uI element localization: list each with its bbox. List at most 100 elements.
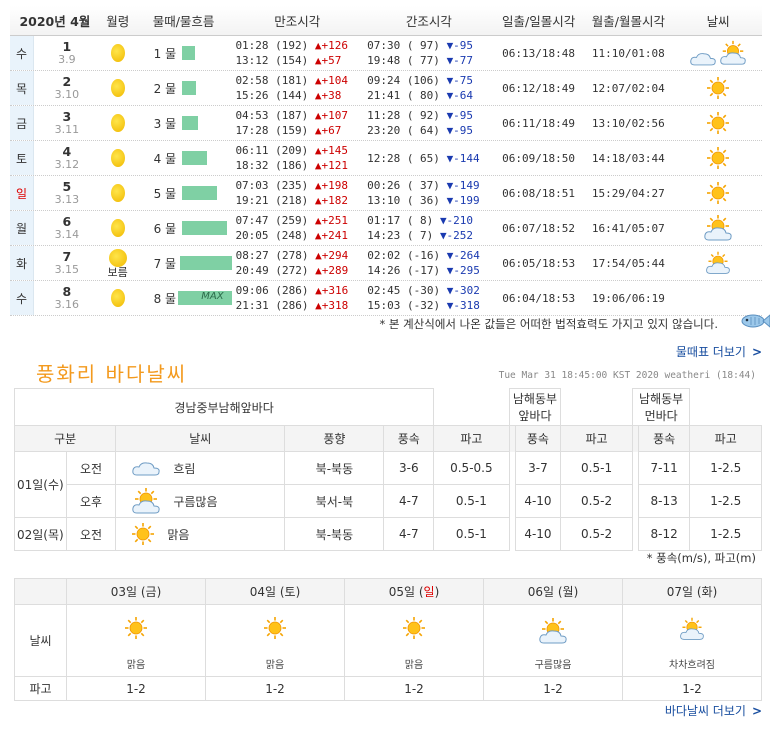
weekly-day-header: 06일 (월) [483, 578, 623, 605]
moon-phase-icon [110, 114, 125, 132]
sunrise-sunset: 06:09/18:50 [502, 151, 576, 165]
sub-header-wind-speed: 풍속 [514, 425, 562, 452]
low-tide-diff-2: ▼-64 [446, 89, 474, 102]
high-tide-2: 17:28 (159) [235, 124, 309, 137]
day-of-week: 목 [10, 71, 34, 105]
day-suffix: ) [295, 585, 301, 599]
moon-phase-cell [100, 79, 136, 97]
solar-day: 3 [62, 109, 72, 124]
tide-more-link[interactable]: 물때표 더보기 > [676, 345, 762, 359]
high-tide-1: 02:58 (181) [235, 74, 309, 87]
day-suffix: ) [434, 585, 440, 599]
tide-more-wrap: 물때표 더보기 > [676, 343, 762, 360]
weather-text: 구름많음 [173, 494, 218, 509]
weather-text: 맑음 [167, 527, 190, 542]
header-moonrise-moonset: 월출/월몰시각 [591, 14, 665, 29]
day-of-week: 화 [10, 246, 34, 280]
lunar-date: 3.12 [54, 158, 80, 171]
low-tide-diff-1: ▼-95 [446, 109, 474, 122]
moon-phase-icon [110, 149, 125, 167]
low-tide-diff-1: ▼-144 [446, 151, 480, 165]
low-tide-1: 01:17 ( 8) [367, 214, 434, 227]
wind-direction: 북서-북 [284, 484, 385, 518]
solar-day: 5 [62, 179, 72, 194]
low-tide-cell: 09:24 (106) ▼-75 21:41 ( 80) ▼-64 [363, 73, 495, 103]
forecast-time: 오전 [65, 517, 117, 551]
moon-phase-cell [100, 114, 136, 132]
weekly-wave-cell: 1-2 [344, 676, 484, 701]
high-tide-diff-2: ▲+38 [314, 89, 342, 102]
area-header-1: 경남중부남해앞바다 [13, 388, 435, 426]
low-tide-1: 07:30 ( 97) [367, 39, 440, 52]
low-tide-2: 14:26 (-17) [367, 264, 441, 277]
header-month: 2020년 4월 [19, 14, 91, 29]
weekly-wave-cell: 1-2 [205, 676, 345, 701]
tide-row: 목 2 3.10 2 물 02:58 (181) ▲+104 15:26 (14… [10, 71, 762, 106]
tide-flow-cell: 3 물 [136, 115, 232, 132]
tide-flow-cell: 5 물 [136, 185, 232, 202]
moon-phase-cell [100, 44, 136, 62]
date-cell: 2 3.10 [34, 75, 100, 101]
lunar-date: 3.16 [54, 298, 80, 311]
high-tide-2: 20:05 (248) [235, 229, 309, 242]
sub-header-wind-speed: 풍속 [637, 425, 691, 452]
date-cell: 3 3.11 [34, 110, 100, 136]
wave-height-2: 0.5-2 [560, 484, 633, 518]
weekly-wave-cell: 1-2 [483, 676, 623, 701]
tide-flow-bar [181, 151, 207, 165]
day-suffix: ) [712, 585, 718, 599]
weekly-day-header: 04일 (토) [205, 578, 345, 605]
sea-weather-row: 01일(수) 오전 흐림 북-북동 3-6 0.5-0.5 3-7 0.5-1 … [14, 451, 762, 518]
weekly-wave-label: 파고 [14, 676, 67, 701]
high-tide-1: 07:47 (259) [235, 214, 309, 227]
day-prefix: 07일 ( [666, 585, 702, 599]
tide-flow-label: 1 물 [153, 46, 177, 61]
weekly-day-header: 07일 (화) [622, 578, 762, 605]
wind-speed-2: 4-10 [514, 517, 562, 551]
high-tide-2: 13:12 (154) [235, 54, 309, 67]
cloud-and-sun-icon [689, 39, 747, 67]
wave-height-3: 1-2.5 [689, 451, 762, 485]
sun-icon [131, 522, 155, 546]
wind-speed-3: 8-13 [637, 484, 691, 518]
day-of-week: 일 [423, 585, 435, 599]
day-prefix: 06일 ( [527, 585, 563, 599]
date-cell: 5 3.13 [34, 180, 100, 206]
high-tide-diff-1: ▲+294 [315, 249, 349, 262]
high-tide-cell: 07:03 (235) ▲+198 19:21 (218) ▲+182 [231, 178, 363, 208]
sea-more-link[interactable]: 바다날씨 더보기 > [665, 704, 762, 718]
weather-cell [674, 76, 762, 100]
low-tide-2: 13:10 ( 36) [367, 194, 440, 207]
moon-phase-cell [100, 219, 136, 237]
unit-note: * 풍속(m/s), 파고(m) [646, 551, 756, 565]
header-tide-flow: 물때/물흐름 [152, 14, 215, 29]
day-prefix: 05일 ( [388, 585, 424, 599]
solar-day: 7 [62, 249, 72, 264]
sunrise-sunset: 06:05/18:53 [502, 256, 576, 270]
moonrise-moonset: 19:06/06:19 [591, 291, 665, 305]
high-tide-2: 21:31 (286) [235, 299, 309, 312]
sea-rows: 01일(수) 오전 흐림 북-북동 3-6 0.5-0.5 3-7 0.5-1 … [14, 451, 762, 551]
moonrise-moonset: 16:41/05:07 [591, 221, 665, 235]
high-tide-diff-1: ▲+251 [314, 214, 349, 227]
weather-cell [674, 213, 762, 243]
header-high-tide: 만조시각 [274, 14, 321, 29]
sub-header-wind-speed: 풍속 [383, 425, 435, 452]
sun-icon [706, 111, 730, 135]
day-of-week: 월 [10, 211, 34, 245]
high-tide-diff-2: ▲+318 [315, 299, 349, 312]
tide-flow-bar [181, 186, 217, 200]
high-tide-diff-1: ▲+126 [314, 39, 349, 52]
high-tide-diff-1: ▲+198 [314, 179, 349, 192]
high-tide-diff-2: ▲+57 [314, 54, 342, 67]
wind-direction: 북-북동 [284, 451, 385, 485]
tide-flow-bar: MAX [178, 291, 232, 305]
sub-header-row: 구분 날씨 풍향 풍속 파고 풍속 파고 풍속 파고 [13, 425, 762, 452]
day-suffix: ) [156, 585, 162, 599]
day-of-week: 화 [701, 585, 713, 599]
low-tide-diff-2: ▼-199 [446, 194, 480, 207]
low-tide-cell: 02:45 (-30) ▼-302 15:03 (-32) ▼-318 [363, 283, 495, 313]
partly-cloudy-icon [705, 250, 731, 276]
forecast-time: 오전 [65, 451, 117, 485]
wave-height-1: 0.5-0.5 [433, 451, 510, 485]
